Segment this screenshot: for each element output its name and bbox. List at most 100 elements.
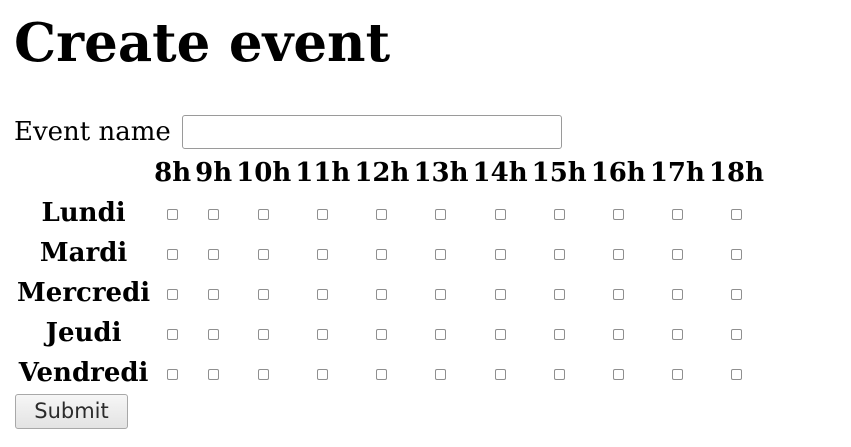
slot-cell bbox=[294, 274, 351, 312]
slot-checkbox[interactable] bbox=[167, 248, 179, 260]
slot-cell bbox=[531, 274, 588, 312]
slot-checkbox[interactable] bbox=[376, 288, 388, 300]
slot-checkbox[interactable] bbox=[435, 248, 447, 260]
slot-cell bbox=[412, 314, 469, 352]
slot-checkbox[interactable] bbox=[317, 208, 329, 220]
slot-checkbox[interactable] bbox=[494, 248, 506, 260]
slot-checkbox[interactable] bbox=[553, 248, 565, 260]
event-name-row: Event name bbox=[14, 113, 562, 151]
slot-checkbox[interactable] bbox=[730, 368, 742, 380]
slot-cell bbox=[590, 314, 647, 352]
slot-checkbox[interactable] bbox=[376, 328, 388, 340]
slot-cell bbox=[649, 194, 706, 232]
slot-cell bbox=[353, 354, 410, 392]
slot-checkbox[interactable] bbox=[553, 288, 565, 300]
day-label: Vendredi bbox=[18, 358, 149, 388]
slot-checkbox[interactable] bbox=[376, 368, 388, 380]
slot-checkbox[interactable] bbox=[167, 368, 179, 380]
slot-checkbox[interactable] bbox=[258, 248, 270, 260]
slot-checkbox[interactable] bbox=[730, 208, 742, 220]
slot-checkbox[interactable] bbox=[258, 208, 270, 220]
slot-cell bbox=[153, 354, 192, 392]
slot-checkbox[interactable] bbox=[612, 248, 624, 260]
slot-checkbox[interactable] bbox=[317, 368, 329, 380]
slot-cell bbox=[194, 234, 233, 272]
slot-checkbox[interactable] bbox=[612, 208, 624, 220]
slot-checkbox[interactable] bbox=[553, 368, 565, 380]
slot-cell bbox=[194, 354, 233, 392]
slot-checkbox[interactable] bbox=[167, 328, 179, 340]
slot-checkbox[interactable] bbox=[435, 288, 447, 300]
slot-checkbox[interactable] bbox=[553, 208, 565, 220]
slot-checkbox[interactable] bbox=[494, 288, 506, 300]
slot-checkbox[interactable] bbox=[317, 248, 329, 260]
slot-checkbox[interactable] bbox=[208, 368, 220, 380]
slot-checkbox[interactable] bbox=[612, 368, 624, 380]
slot-checkbox[interactable] bbox=[435, 328, 447, 340]
slot-cell bbox=[353, 194, 410, 232]
hour-header: 11h bbox=[295, 158, 351, 188]
slot-cell bbox=[649, 354, 706, 392]
slot-checkbox[interactable] bbox=[671, 368, 683, 380]
day-row: Jeudi bbox=[16, 314, 765, 352]
event-name-label: Event name bbox=[14, 117, 171, 147]
slot-checkbox[interactable] bbox=[317, 288, 329, 300]
slot-cell bbox=[353, 314, 410, 352]
slot-cell bbox=[235, 314, 292, 352]
slot-checkbox[interactable] bbox=[494, 368, 506, 380]
submit-button[interactable]: Submit bbox=[15, 394, 128, 429]
slot-checkbox[interactable] bbox=[167, 208, 179, 220]
slot-checkbox[interactable] bbox=[258, 288, 270, 300]
hour-header: 17h bbox=[649, 158, 705, 188]
slot-checkbox[interactable] bbox=[435, 368, 447, 380]
page-title: Create event bbox=[14, 12, 391, 74]
slot-checkbox[interactable] bbox=[317, 328, 329, 340]
slot-cell bbox=[708, 194, 765, 232]
slot-checkbox[interactable] bbox=[730, 248, 742, 260]
slot-cell bbox=[235, 194, 292, 232]
slot-cell bbox=[649, 274, 706, 312]
slot-checkbox[interactable] bbox=[730, 288, 742, 300]
slot-checkbox[interactable] bbox=[671, 208, 683, 220]
slot-cell bbox=[531, 354, 588, 392]
slot-checkbox[interactable] bbox=[435, 208, 447, 220]
slot-checkbox[interactable] bbox=[258, 368, 270, 380]
schedule-body: Lundi Mardi Mercredi Jeudi Vendredi bbox=[16, 194, 765, 392]
hour-header: 12h bbox=[354, 158, 410, 188]
slot-cell bbox=[649, 234, 706, 272]
slot-checkbox[interactable] bbox=[671, 288, 683, 300]
slot-checkbox[interactable] bbox=[376, 208, 388, 220]
slot-cell bbox=[531, 194, 588, 232]
slot-checkbox[interactable] bbox=[258, 328, 270, 340]
hour-header: 15h bbox=[531, 158, 587, 188]
slot-cell bbox=[708, 234, 765, 272]
slot-cell bbox=[708, 274, 765, 312]
slot-checkbox[interactable] bbox=[671, 248, 683, 260]
slot-checkbox[interactable] bbox=[376, 248, 388, 260]
slot-checkbox[interactable] bbox=[208, 328, 220, 340]
slot-checkbox[interactable] bbox=[208, 208, 220, 220]
slot-checkbox[interactable] bbox=[208, 248, 220, 260]
slot-checkbox[interactable] bbox=[730, 328, 742, 340]
slot-cell bbox=[353, 274, 410, 312]
slot-cell bbox=[412, 194, 469, 232]
slot-checkbox[interactable] bbox=[494, 208, 506, 220]
slot-checkbox[interactable] bbox=[553, 328, 565, 340]
slot-checkbox[interactable] bbox=[612, 288, 624, 300]
slot-checkbox[interactable] bbox=[612, 328, 624, 340]
day-row: Mardi bbox=[16, 234, 765, 272]
event-name-input[interactable] bbox=[181, 115, 562, 149]
day-label: Mercredi bbox=[17, 278, 151, 308]
slot-checkbox[interactable] bbox=[167, 288, 179, 300]
slot-checkbox[interactable] bbox=[671, 328, 683, 340]
hour-header: 18h bbox=[708, 158, 764, 188]
slot-cell bbox=[194, 194, 233, 232]
day-row: Mercredi bbox=[16, 274, 765, 312]
slot-cell bbox=[294, 354, 351, 392]
slot-checkbox[interactable] bbox=[208, 288, 220, 300]
slot-checkbox[interactable] bbox=[494, 328, 506, 340]
slot-cell bbox=[412, 354, 469, 392]
slot-cell bbox=[294, 314, 351, 352]
slot-cell bbox=[153, 314, 192, 352]
day-row: Lundi bbox=[16, 194, 765, 232]
